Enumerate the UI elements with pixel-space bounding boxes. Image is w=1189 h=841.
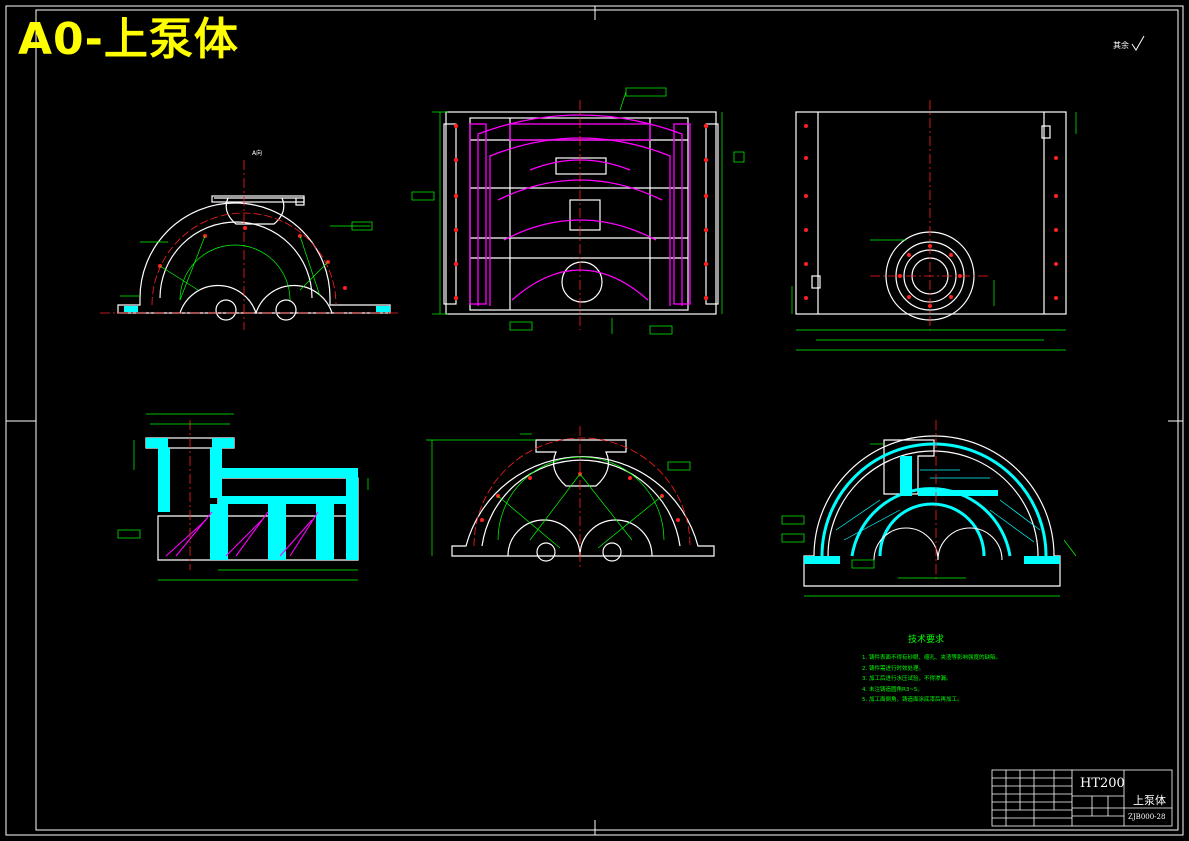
tech-heading: 技术要求	[908, 635, 945, 645]
view-top-left	[100, 160, 400, 330]
centering-marks	[6, 6, 1183, 835]
tech-item: 4. 未注铸造圆角R3~5。	[862, 686, 923, 693]
drawing-sheet	[5, 5, 1184, 836]
view-top-right	[791, 100, 1077, 351]
drawing-title: A0-上泵体	[18, 14, 239, 65]
view-top-middle	[411, 87, 745, 335]
tech-item: 1. 铸件表面不得有砂眼、缩孔、夹渣等影响强度的缺陷。	[862, 655, 1001, 661]
roughness-symbol	[1131, 35, 1145, 51]
view-bottom-left	[117, 413, 369, 581]
view-label: A向	[252, 150, 263, 157]
tech-item: 5. 加工面倒角，铸造面涂底漆后再加工。	[862, 697, 963, 703]
outer-border	[5, 5, 1184, 836]
title-block-part-name: 上泵体	[1133, 794, 1166, 807]
roughness-note: 其余	[1113, 41, 1129, 50]
title-block-drawing-code: ZJB000-28	[1128, 813, 1166, 821]
inner-border	[35, 9, 1179, 831]
view-bottom-right	[781, 420, 1077, 597]
title-block-material: HT200	[1080, 776, 1125, 791]
tech-item: 3. 加工后进行水压试验，不得渗漏。	[862, 676, 952, 682]
view-bottom-middle	[426, 426, 715, 570]
tech-item: 2. 铸件需进行时效处理。	[862, 665, 924, 672]
technical-requirements: 技术要求 1. 铸件表面不得有砂眼、缩孔、夹渣等影响强度的缺陷。 2. 铸件需进…	[862, 632, 1001, 706]
